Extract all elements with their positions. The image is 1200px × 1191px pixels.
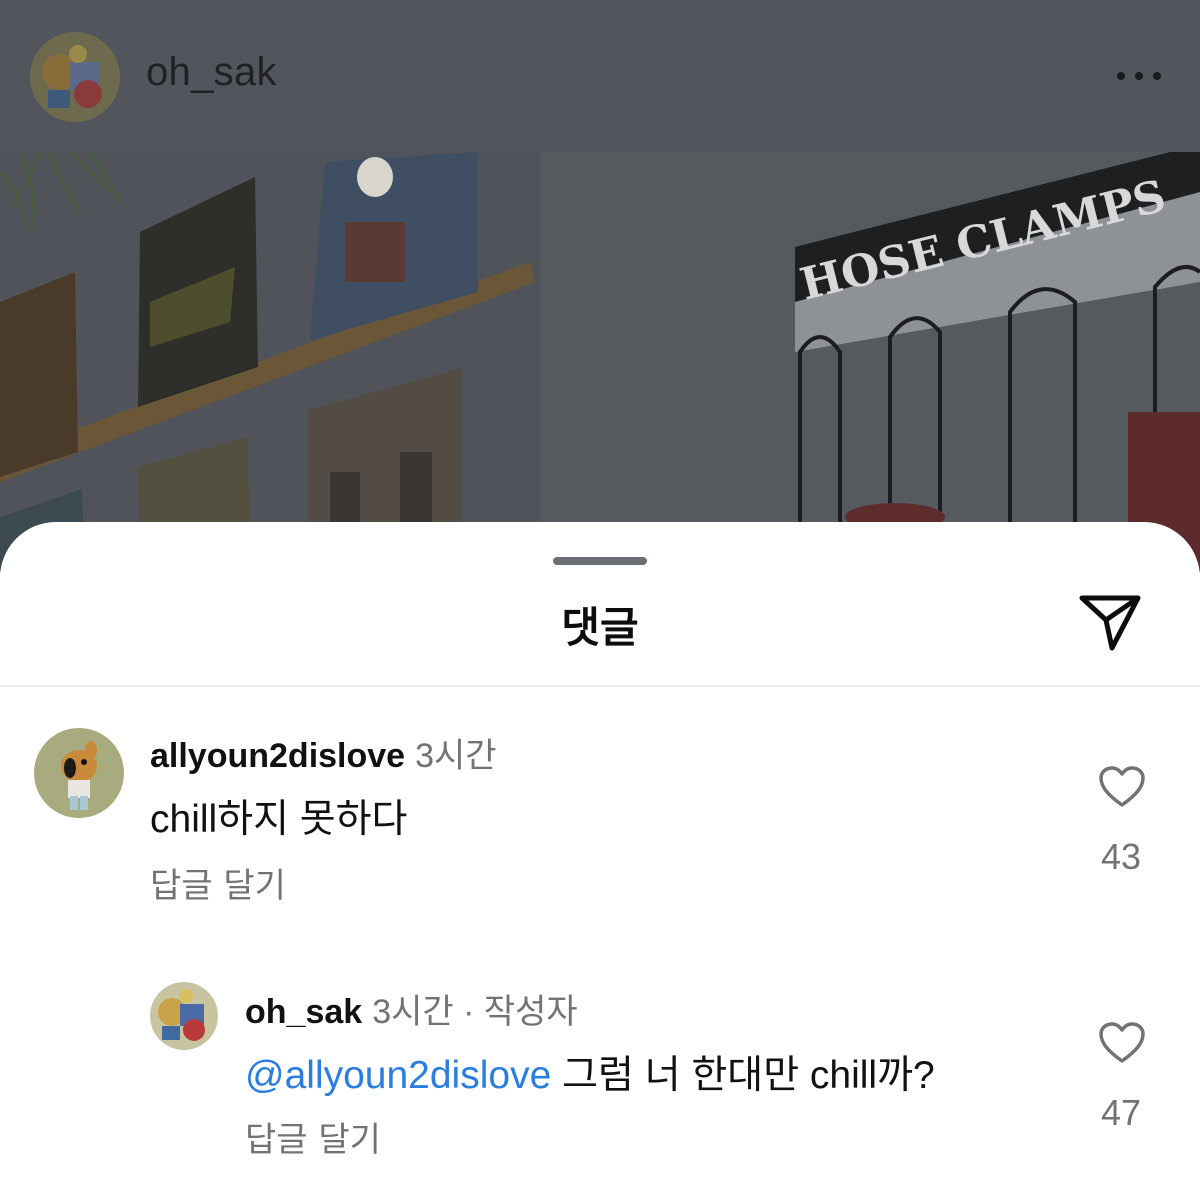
record-1 <box>0 272 78 477</box>
like-count: 43 <box>1100 836 1142 877</box>
like-count: 47 <box>1100 1092 1142 1133</box>
post-header: oh_sak <box>0 0 1200 152</box>
comment-time: 3시간 <box>415 737 497 775</box>
comment-text-body: 그럼 너 한대만 chill까? <box>551 1054 935 1097</box>
heart-icon[interactable] <box>1098 1021 1146 1065</box>
share-icon[interactable] <box>1076 592 1144 654</box>
comment-username[interactable]: allyoun2dislove <box>150 737 405 775</box>
commenter-avatar[interactable] <box>34 728 124 818</box>
sheet-divider <box>0 685 1200 687</box>
reply-button[interactable]: 답글 달기 <box>150 858 286 907</box>
heart-icon[interactable] <box>1098 765 1146 809</box>
comment-text: @allyoun2dislove 그럼 너 한대만 chill까? <box>245 1044 935 1100</box>
comment-time: 3시간 · 작성자 <box>372 993 578 1031</box>
comments-sheet: 댓글 allyoun2dislove 3시간 chill하지 못하다 답글 달기 <box>0 522 1200 1191</box>
comment-text: chill하지 못하다 <box>150 798 408 841</box>
reply-button[interactable]: 답글 달기 <box>245 1112 381 1161</box>
post-author-username[interactable]: oh_sak <box>146 50 277 95</box>
sheet-grabber[interactable] <box>553 557 647 565</box>
more-icon[interactable] <box>1114 62 1164 90</box>
sheet-title: 댓글 <box>561 603 639 652</box>
mention-link[interactable]: @allyoun2dislove <box>245 1054 551 1097</box>
post-author-avatar[interactable] <box>30 32 120 122</box>
commenter-avatar[interactable] <box>150 982 218 1050</box>
post-image[interactable]: HOSE CLAMPS <box>0 152 1200 572</box>
comment-username[interactable]: oh_sak <box>245 993 362 1031</box>
